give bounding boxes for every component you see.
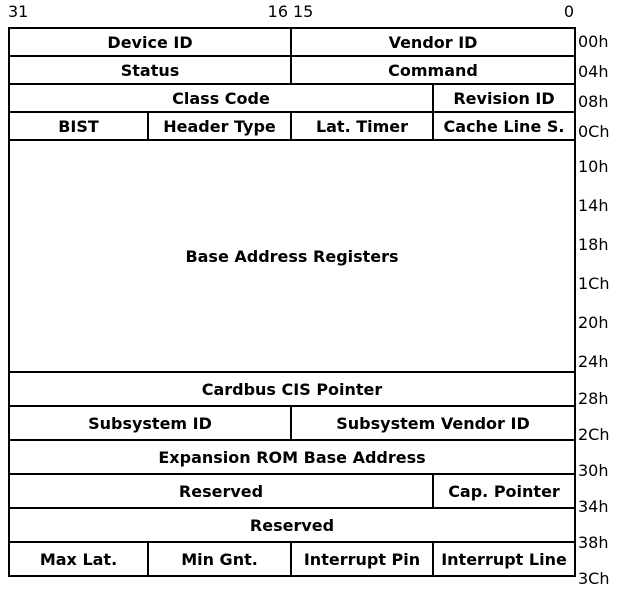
register-row-0ch: BIST Header Type Lat. Timer Cache Line S… — [8, 111, 577, 141]
register-row-3ch: Max Lat. Min Gnt. Interrupt Pin Interrup… — [8, 541, 577, 577]
bit-label-16: 16 — [267, 2, 288, 21]
offset-label-10h: 10h — [578, 156, 609, 176]
offset-label-18h: 18h — [578, 234, 609, 254]
offset-label-00h: 00h — [578, 32, 609, 51]
offset-column: 00h 04h 08h 0Ch 10h 14h 18h 1Ch 20h 24h … — [578, 27, 621, 597]
register-layout-table: Device ID Vendor ID Status Command Class… — [7, 27, 577, 577]
offset-label-04h: 04h — [578, 62, 609, 81]
field-header-type: Header Type — [147, 111, 292, 141]
field-max-lat: Max Lat. — [8, 541, 149, 577]
register-row-04h: Status Command — [8, 55, 577, 85]
register-row-10h-24h: Base Address Registers — [7, 139, 577, 373]
field-min-gnt: Min Gnt. — [147, 541, 292, 577]
bit-label-31: 31 — [8, 2, 29, 21]
field-cache-line-size: Cache Line S. — [431, 111, 577, 141]
register-row-00h: Device ID Vendor ID — [8, 27, 577, 57]
field-cap-pointer: Cap. Pointer — [431, 473, 577, 509]
offset-label-30h: 30h — [578, 461, 609, 480]
field-interrupt-pin: Interrupt Pin — [290, 541, 434, 577]
offset-label-38h: 38h — [578, 533, 609, 552]
offset-label-3ch: 3Ch — [578, 569, 610, 588]
field-vendor-id: Vendor ID — [289, 27, 577, 57]
field-command: Command — [289, 55, 577, 85]
bit-label-0: 0 — [563, 2, 574, 21]
offset-label-2ch: 2Ch — [578, 425, 610, 444]
field-interrupt-line: Interrupt Line — [431, 541, 577, 577]
field-status: Status — [8, 55, 292, 85]
bit-position-ruler: 31 16 15 0 — [0, 0, 621, 27]
field-class-code: Class Code — [8, 83, 434, 113]
register-row-38h: Reserved — [7, 507, 577, 543]
offset-label-20h: 20h — [578, 312, 609, 332]
field-subsystem-id: Subsystem ID — [8, 405, 292, 441]
register-row-30h: Expansion ROM Base Address — [7, 439, 577, 475]
offset-label-34h: 34h — [578, 497, 609, 516]
pci-config-space-diagram: 31 16 15 0 Device ID Vendor ID Status Co… — [0, 0, 621, 600]
field-reserved-38h: Reserved — [7, 507, 577, 543]
field-expansion-rom-base-address: Expansion ROM Base Address — [7, 439, 577, 475]
offset-label-08h: 08h — [578, 92, 609, 111]
field-cardbus-cis-pointer: Cardbus CIS Pointer — [7, 371, 577, 407]
register-row-34h: Reserved Cap. Pointer — [8, 473, 577, 509]
register-rows: Device ID Vendor ID Status Command Class… — [7, 27, 577, 577]
offset-label-24h: 24h — [578, 351, 609, 371]
field-reserved-34h: Reserved — [8, 473, 434, 509]
offset-label-0ch: 0Ch — [578, 122, 610, 141]
offset-label-28h: 28h — [578, 389, 609, 408]
field-revision-id: Revision ID — [431, 83, 577, 113]
field-base-address-registers: Base Address Registers — [7, 139, 577, 373]
bit-label-15: 15 — [293, 2, 314, 21]
field-subsystem-vendor-id: Subsystem Vendor ID — [289, 405, 577, 441]
field-device-id: Device ID — [8, 27, 292, 57]
offset-label-1ch: 1Ch — [578, 273, 610, 293]
field-bist: BIST — [8, 111, 149, 141]
offset-label-14h: 14h — [578, 195, 609, 215]
field-lat-timer: Lat. Timer — [290, 111, 434, 141]
register-row-08h: Class Code Revision ID — [8, 83, 577, 113]
register-row-2ch: Subsystem ID Subsystem Vendor ID — [8, 405, 577, 441]
register-row-28h: Cardbus CIS Pointer — [7, 371, 577, 407]
